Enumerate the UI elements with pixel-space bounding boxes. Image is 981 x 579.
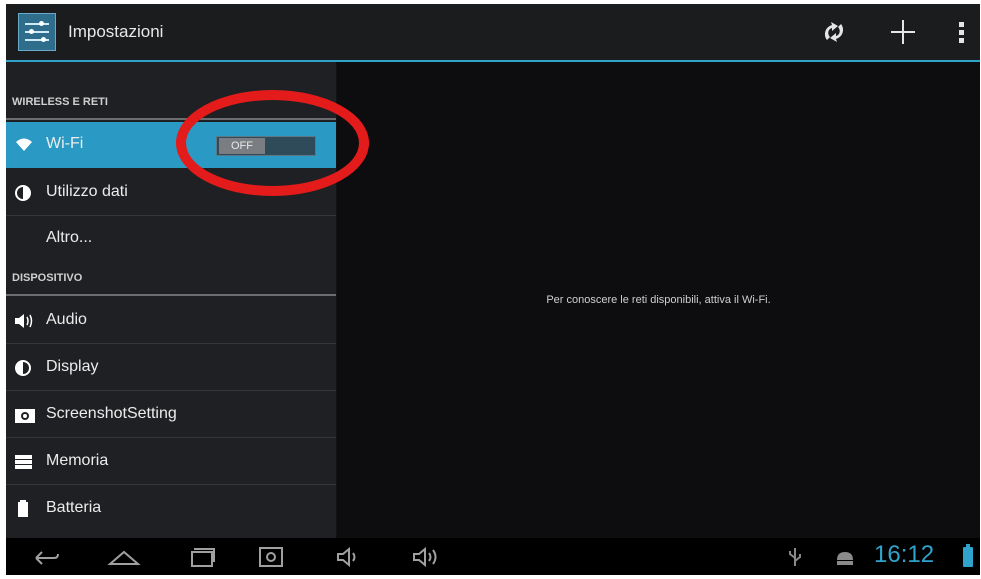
settings-item-label: Wi-Fi <box>46 135 84 152</box>
toggle-state-label: OFF <box>219 138 265 154</box>
data-usage-icon <box>14 184 34 202</box>
wifi-toggle[interactable]: OFF <box>216 136 316 156</box>
status-clock: 16:12 <box>874 541 935 568</box>
settings-item-display[interactable]: Display <box>6 345 336 391</box>
settings-item-battery[interactable]: Batteria <box>6 486 336 532</box>
settings-item-more[interactable]: Altro... <box>6 216 336 262</box>
screenshot-icon[interactable] <box>252 544 292 570</box>
settings-item-label: Altro... <box>46 229 93 246</box>
settings-item-label: Batteria <box>46 499 102 516</box>
settings-item-storage[interactable]: Memoria <box>6 439 336 485</box>
action-bar: Impostazioni <box>6 4 980 62</box>
add-icon[interactable] <box>883 14 923 50</box>
speaker-icon <box>14 312 34 330</box>
page-title: Impostazioni <box>68 22 164 41</box>
settings-item-audio[interactable]: Audio <box>6 298 336 344</box>
recent-apps-icon[interactable] <box>182 544 222 570</box>
settings-app-icon[interactable] <box>18 13 56 51</box>
volume-up-icon[interactable] <box>406 544 446 570</box>
settings-item-label: Memoria <box>46 452 109 469</box>
settings-item-screenshot[interactable]: ScreenshotSetting <box>6 392 336 438</box>
home-icon[interactable] <box>104 544 144 570</box>
usb-icon <box>784 544 806 570</box>
system-navigation-bar: 16:12 <box>6 538 980 575</box>
camera-icon <box>14 406 35 424</box>
settings-item-label: Display <box>46 358 99 375</box>
settings-item-label: Utilizzo dati <box>46 183 128 200</box>
wifi-detail-pane: Per conoscere le reti disponibili, attiv… <box>337 62 980 538</box>
settings-screen: Impostazioni WIRELESS E RETI Wi-Fi OFF U… <box>6 4 980 575</box>
battery-status-icon <box>963 544 973 567</box>
brightness-icon <box>14 359 34 377</box>
settings-item-label: ScreenshotSetting <box>46 405 177 422</box>
sync-icon[interactable] <box>814 14 854 50</box>
back-icon[interactable] <box>26 544 66 570</box>
settings-item-wifi[interactable]: Wi-Fi OFF <box>6 122 336 168</box>
volume-down-icon[interactable] <box>330 544 370 570</box>
overflow-menu-icon[interactable] <box>942 14 980 50</box>
wifi-icon <box>14 136 34 154</box>
battery-icon <box>14 500 34 518</box>
storage-icon <box>14 453 34 471</box>
settings-item-label: Audio <box>46 311 87 328</box>
section-header-device: DISPOSITIVO <box>6 272 336 296</box>
android-debug-icon <box>832 544 858 570</box>
settings-item-data-usage[interactable]: Utilizzo dati <box>6 170 336 216</box>
wifi-off-message: Per conoscere le reti disponibili, attiv… <box>546 294 771 306</box>
settings-list: WIRELESS E RETI Wi-Fi OFF Utilizzo dati <box>6 62 336 538</box>
section-header-wireless: WIRELESS E RETI <box>6 96 336 120</box>
